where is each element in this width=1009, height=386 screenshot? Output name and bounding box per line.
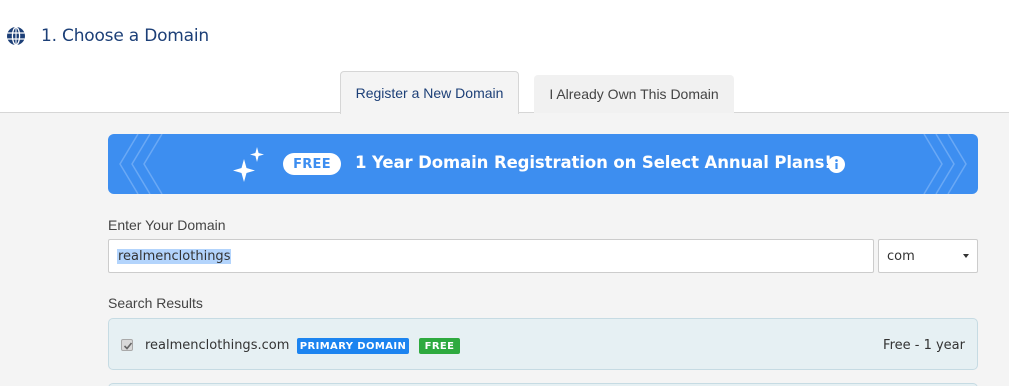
chevron-pattern-right-icon [923,134,967,194]
domain-input[interactable]: realmenclothings [108,239,874,273]
section-title: 1. Choose a Domain [41,26,209,46]
globe-icon [6,26,26,46]
search-results-label: Search Results [108,295,203,311]
top-panel: 1. Choose a Domain Register a New Domain… [0,0,1009,114]
caret-down-icon [963,254,969,258]
domain-input-value: realmenclothings [117,248,232,264]
tab-already-own-domain[interactable]: I Already Own This Domain [534,75,734,113]
tld-select-value: com [887,248,915,264]
free-pill: FREE [283,153,341,175]
promo-banner: FREE 1 Year Domain Registration on Selec… [108,134,978,194]
checkmark-icon [123,342,133,350]
promo-text: 1 Year Domain Registration on Select Ann… [355,153,832,172]
sparkle-icon [233,147,264,182]
tab-content: FREE 1 Year Domain Registration on Selec… [0,113,1009,386]
enter-domain-label: Enter Your Domain [108,217,226,233]
section-header: 1. Choose a Domain [6,24,209,48]
tab-register-new-domain[interactable]: Register a New Domain [340,71,519,114]
search-result-row[interactable]: realmenclothings.com PRIMARY DOMAIN FREE… [108,318,978,370]
result-price: Free - 1 year [883,338,965,353]
result-domain-name: realmenclothings.com [145,338,290,353]
tld-select[interactable]: com [878,239,978,273]
free-badge: FREE [419,338,460,354]
info-icon[interactable] [828,156,845,173]
primary-domain-badge: PRIMARY DOMAIN [297,338,409,354]
chevron-pattern-left-icon [119,134,163,194]
result-checkbox[interactable] [121,339,133,351]
